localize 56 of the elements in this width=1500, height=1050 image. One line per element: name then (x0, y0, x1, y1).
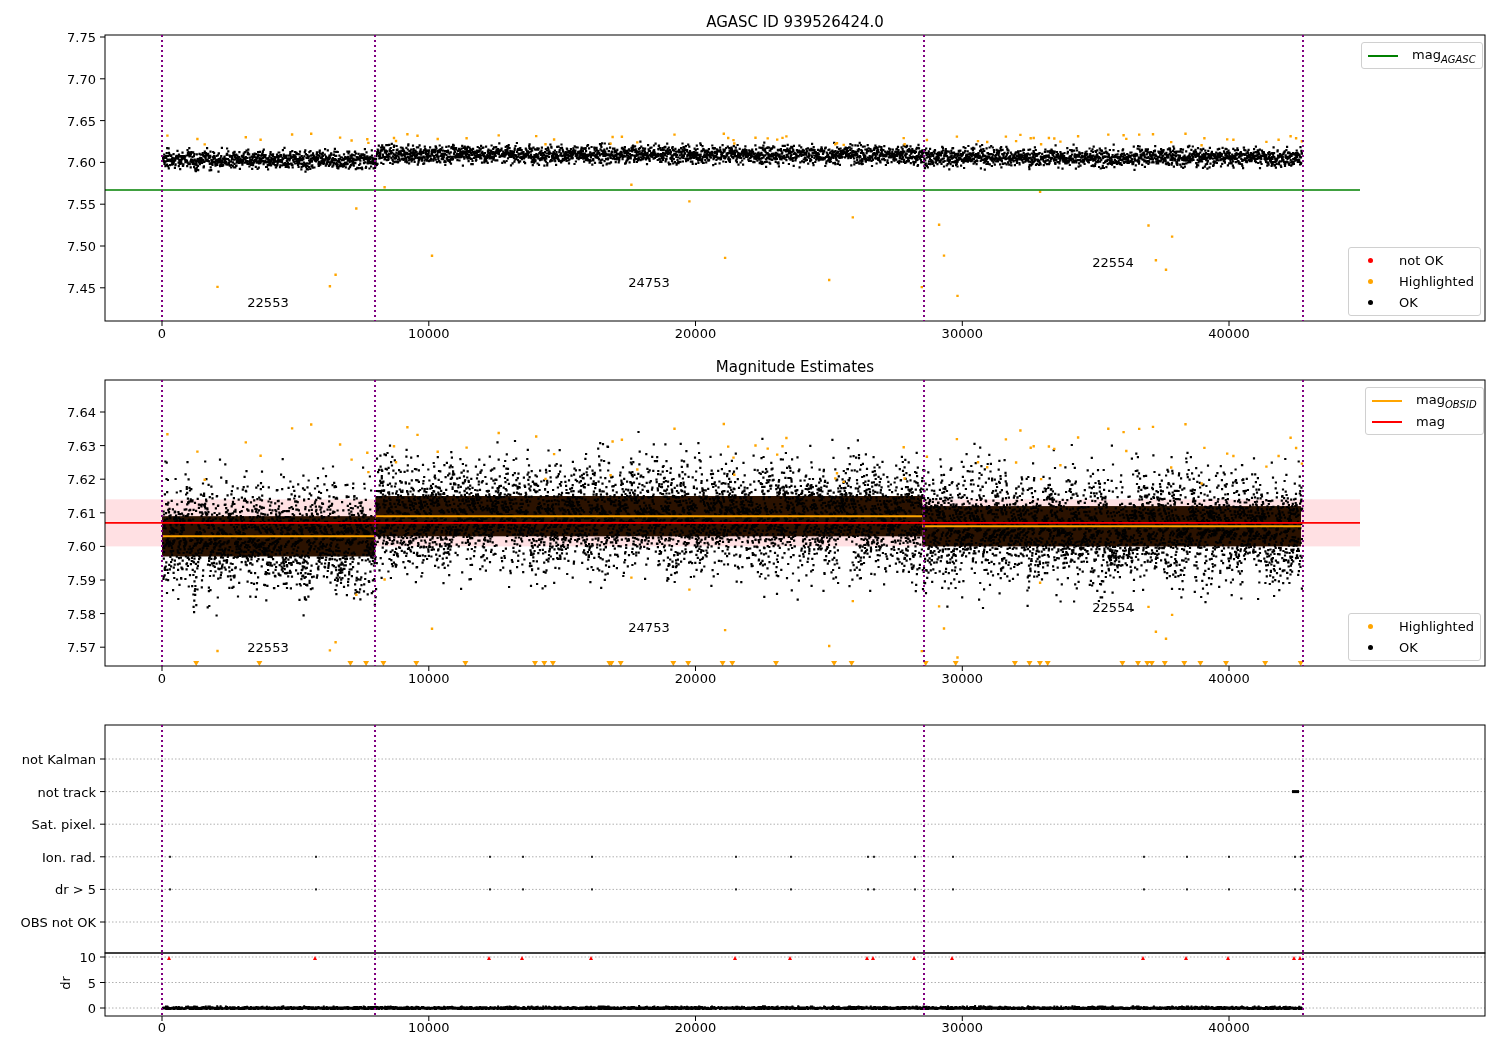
x-tick-label: 0 (157, 1020, 167, 1035)
x-tick-label: 0 (157, 671, 167, 686)
y-tick-label: 7.63 (67, 438, 96, 454)
y-tick-label: 10 (79, 950, 96, 965)
obsid-label: 22554 (1092, 600, 1134, 615)
x-tick-label: 40000 (1208, 671, 1250, 686)
x-tick-label: 20000 (674, 326, 717, 341)
y-tick-label: 7.65 (67, 113, 96, 129)
y-tick-label: not track (37, 784, 96, 800)
x-tick-label: 40000 (1208, 1020, 1250, 1035)
y-tick-label: 7.58 (67, 606, 96, 622)
y-tick-label: 7.75 (67, 30, 96, 45)
y-tick-label: 0 (87, 1001, 96, 1016)
x-tick-label: 20000 (674, 671, 717, 686)
y-tick-label: 5 (87, 975, 96, 991)
y-tick-label: OBS not OK (20, 915, 96, 930)
y-tick-label: 7.64 (67, 405, 96, 420)
obsid-label: 24753 (628, 275, 670, 290)
legend-label: Highlighted (1399, 619, 1474, 634)
y-tick-label: 7.70 (67, 71, 96, 87)
y-tick-label: not Kalman (21, 752, 96, 767)
legend-label: Highlighted (1399, 274, 1474, 289)
y-tick-label: 7.61 (67, 505, 96, 521)
obsid-label: 22553 (247, 640, 289, 655)
y-tick-label: 7.59 (67, 573, 96, 588)
x-tick-label: 30000 (941, 326, 983, 341)
legend-label: mag$_{AGASC}$ (1412, 46, 1476, 65)
x-tick-label: 30000 (941, 1020, 983, 1035)
x-tick-label: 10000 (408, 671, 450, 686)
plot-title: AGASC ID 939526424.0 (706, 13, 884, 31)
obsid-label: 22553 (247, 295, 289, 310)
obsid-label: 24753 (628, 620, 670, 635)
x-tick-label: 10000 (408, 326, 450, 341)
x-tick-label: 20000 (674, 1020, 717, 1035)
x-tick-label: 10000 (408, 1020, 450, 1035)
y-axis-label: dr (58, 976, 73, 990)
legend-label: OK (1399, 640, 1418, 655)
x-tick-label: 40000 (1208, 326, 1250, 341)
y-tick-label: 7.55 (67, 197, 96, 213)
y-tick-label: 7.45 (67, 280, 96, 296)
obsid-label: 22554 (1092, 255, 1134, 270)
y-tick-label: 7.60 (67, 539, 96, 555)
y-tick-label: 7.50 (67, 239, 96, 254)
x-tick-label: 30000 (941, 671, 983, 686)
y-tick-label: 7.57 (67, 640, 96, 656)
y-tick-label: dr > 5 (54, 882, 96, 898)
x-tick-label: 0 (157, 326, 167, 341)
y-tick-label: Ion. rad. (42, 849, 96, 865)
y-tick-label: 7.60 (67, 155, 96, 171)
legend-label: mag (1416, 414, 1445, 429)
legend-label: mag$_{OBSID}$ (1416, 391, 1477, 410)
legend-label: OK (1399, 295, 1418, 310)
legend-label: not OK (1399, 253, 1444, 268)
y-tick-label: Sat. pixel. (31, 817, 96, 833)
y-tick-label: 7.62 (67, 472, 96, 488)
plot-title: Magnitude Estimates (715, 358, 875, 376)
